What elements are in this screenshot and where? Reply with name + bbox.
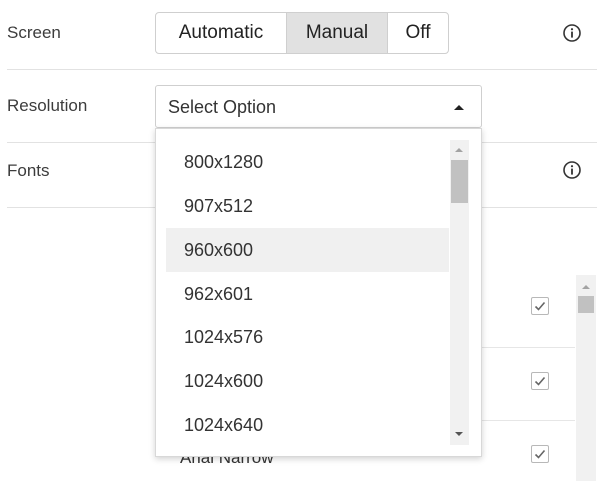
resolution-option[interactable]: 1024x576 [166, 315, 449, 359]
fonts-info-icon[interactable] [562, 160, 582, 180]
screen-automatic-button[interactable]: Automatic [156, 13, 286, 53]
screen-mode-segmented-control: Automatic Manual Off [155, 12, 449, 54]
resolution-option[interactable]: 962x601 [166, 272, 449, 316]
dropdown-scrollbar[interactable] [450, 140, 469, 445]
resolution-select-value: Select Option [168, 97, 277, 117]
screen-manual-button[interactable]: Manual [286, 13, 387, 53]
font-checkbox[interactable] [531, 297, 549, 315]
scroll-down-arrow-icon[interactable] [455, 432, 463, 436]
divider [7, 69, 597, 70]
scrollbar-thumb[interactable] [451, 160, 468, 203]
screen-info-icon[interactable] [562, 23, 582, 43]
scrollbar-thumb[interactable] [578, 296, 594, 313]
scroll-up-arrow-icon[interactable] [582, 285, 590, 289]
resolution-option[interactable]: 1024x600 [166, 359, 449, 403]
fonts-label: Fonts [7, 161, 50, 180]
screen-off-button[interactable]: Off [387, 13, 448, 53]
resolution-select[interactable]: Select Option [155, 85, 482, 128]
scroll-up-arrow-icon[interactable] [455, 148, 463, 152]
resolution-option[interactable]: 1024x640 [166, 403, 449, 447]
caret-up-icon [454, 105, 464, 110]
resolution-dropdown-menu: 800x1280 907x512 960x600 962x601 1024x57… [155, 128, 482, 457]
screen-label: Screen [7, 23, 61, 42]
font-checkbox[interactable] [531, 445, 549, 463]
resolution-option[interactable]: 907x512 [166, 184, 449, 228]
fonts-list-scrollbar[interactable] [576, 275, 596, 481]
font-checkbox[interactable] [531, 372, 549, 390]
resolution-label: Resolution [7, 96, 88, 115]
resolution-option[interactable]: 800x1280 [166, 140, 449, 184]
divider [7, 142, 155, 143]
resolution-option-highlighted[interactable]: 960x600 [166, 228, 449, 272]
divider [482, 142, 597, 143]
